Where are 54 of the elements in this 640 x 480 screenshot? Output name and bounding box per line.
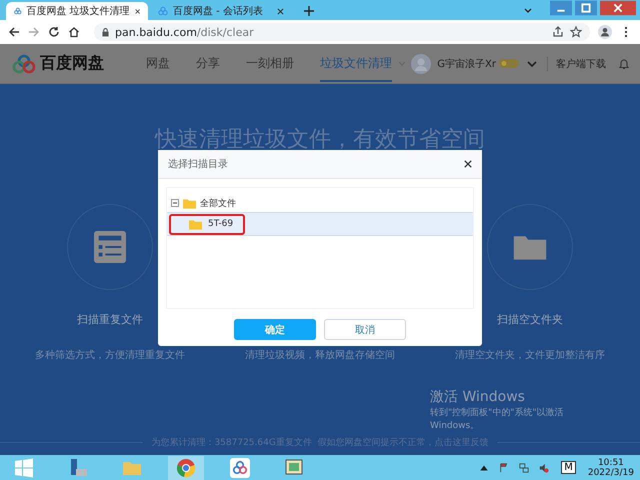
chevron-down-icon[interactable] (527, 60, 537, 68)
restore-icon[interactable] (575, 0, 597, 16)
folder-icon (189, 218, 202, 230)
feature-title: 扫描重复文件 (77, 312, 143, 326)
clock-time[interactable]: 10:51 (598, 458, 624, 468)
minimize-icon[interactable] (550, 0, 572, 16)
home-icon[interactable] (68, 26, 80, 38)
feature-circle[interactable] (487, 204, 573, 290)
back-icon[interactable] (8, 26, 20, 38)
close-icon[interactable] (277, 8, 284, 14)
footer-text: 为您累计清理：3587725.64G重复文件 假如您网盘空间提示不正常，点击这里反馈 (151, 436, 489, 449)
star-icon[interactable] (570, 26, 582, 38)
new-tab-icon[interactable] (304, 6, 314, 16)
feature-description: 清理垃圾视频，释放网盘存储空间 (245, 348, 395, 362)
speaker-icon[interactable] (539, 462, 550, 472)
profile-icon[interactable] (598, 25, 612, 39)
clock-date[interactable]: 2022/3/19 (588, 468, 634, 478)
folder-icon (183, 198, 196, 208)
bell-icon[interactable] (618, 58, 630, 70)
tab-title: 百度网盘 垃圾文件清理 (26, 4, 130, 18)
list-icon (92, 231, 128, 263)
activation-text: 转到"控制面板"中的"系统"以激活 (430, 406, 565, 419)
feature-description: 多种筛选方式，方便清理重复文件 (35, 348, 185, 362)
user-name[interactable]: G宇宙浪子Xr (437, 56, 496, 70)
cloud-logo-icon (12, 54, 36, 74)
download-link[interactable]: 客户端下载 (547, 56, 606, 70)
cloud-icon (14, 6, 22, 16)
address-bar[interactable]: pan.baidu.com/disk/clear (94, 23, 590, 41)
logo-text: 百度网盘 (40, 53, 104, 74)
flag-icon[interactable] (499, 462, 510, 472)
page-heading: 快速清理垃圾文件，有效节省空间 (155, 126, 485, 154)
lock-icon (102, 28, 109, 36)
tree-row[interactable]: 全部文件 (167, 194, 473, 212)
chrome-icon[interactable] (168, 456, 204, 480)
feature-description: 清理空文件夹，文件更加整洁有序 (455, 348, 605, 362)
cloud-icon (158, 6, 168, 16)
feature-title: 扫描空文件夹 (497, 312, 563, 326)
browser-tab[interactable]: 百度网盘 - 会话列表 (150, 2, 292, 20)
reload-icon[interactable] (48, 26, 60, 38)
feature-circle[interactable] (67, 204, 153, 290)
close-icon[interactable] (134, 8, 140, 14)
network-icon[interactable] (519, 462, 530, 472)
close-icon[interactable] (464, 160, 472, 168)
vip-badge-icon (499, 59, 519, 68)
browser-tab[interactable]: 百度网盘 垃圾文件清理 (6, 2, 148, 20)
collapse-icon[interactable] (171, 199, 179, 207)
activation-title: 激活 Windows (430, 388, 526, 406)
tab-title: 百度网盘 - 会话列表 (173, 4, 264, 18)
cancel-button[interactable]: 取消 (324, 319, 406, 340)
tree-row[interactable]: 5T-69 (167, 212, 473, 236)
input-method-indicator[interactable]: M (561, 461, 576, 474)
dialog-title: 选择扫描目录 (168, 158, 228, 171)
share-icon[interactable] (552, 26, 564, 38)
activation-text: Windows。 (430, 420, 480, 432)
